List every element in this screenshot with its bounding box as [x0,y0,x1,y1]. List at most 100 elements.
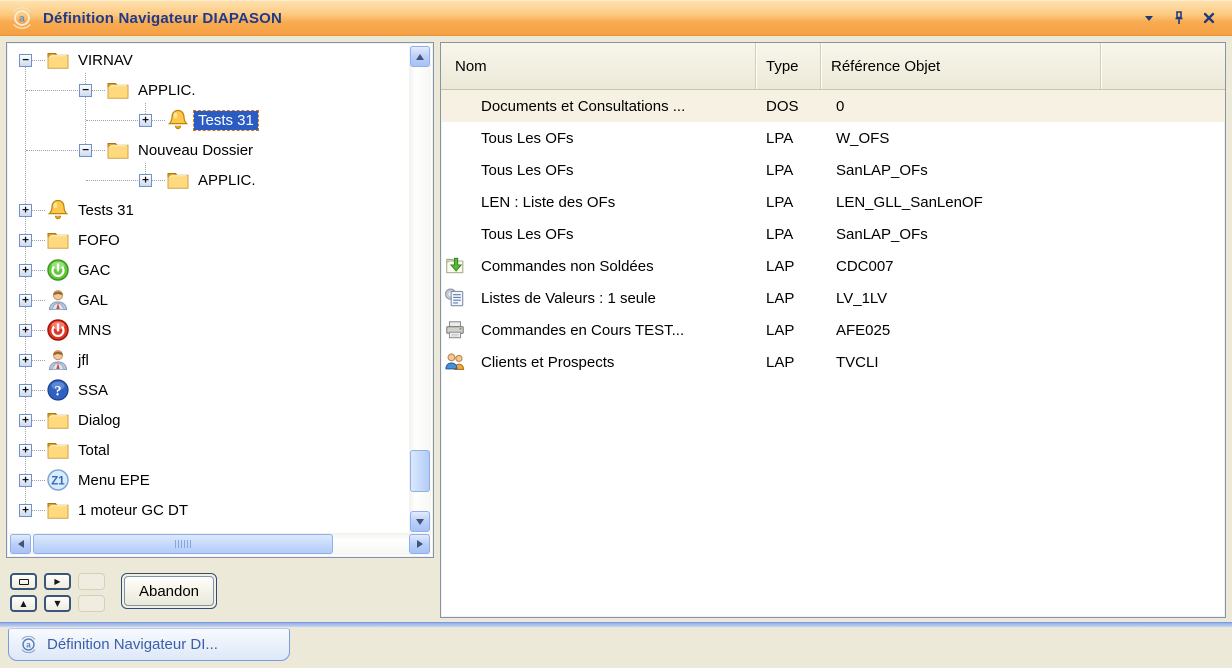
scroll-up-icon[interactable] [410,46,430,67]
list-row-tous-les-ofs[interactable]: Tous Les OFsLPASanLAP_OFs [441,218,1225,250]
tree-item-gac[interactable]: + GAC [9,255,409,285]
tree-item-applic[interactable]: + APPLIC. [9,165,409,195]
tree-guide-line [32,300,45,301]
tree-vertical-scrollbar[interactable] [409,45,431,533]
tree-item-menu-epe[interactable]: +Z1Menu EPE [9,465,409,495]
list-row-len-liste-des-ofs[interactable]: LEN : Liste des OFsLPALEN_GLL_SanLenOF [441,186,1225,218]
list-row-clients-et-prospects[interactable]: Clients et ProspectsLAPTVCLI [441,346,1225,378]
tree-item-jfl[interactable]: + jfl [9,345,409,375]
tree-item-label[interactable]: jfl [74,351,93,370]
expand-toggle-icon[interactable]: + [19,384,32,397]
tree-item-applic[interactable]: − APPLIC. [9,75,409,105]
cell-type: LAP [756,354,821,371]
expand-toggle-icon[interactable]: + [19,444,32,457]
diapason-navigator-window: { "colors": { "titlebar_gradient_top": "… [0,0,1232,668]
record-next-button[interactable]: ▶ [44,573,71,590]
tree-guide-line [32,450,45,451]
list-row-commandes-non-sold-es[interactable]: Commandes non SoldéesLAPCDC007 [441,250,1225,282]
tree-item-label[interactable]: Dialog [74,411,125,430]
tree-item-total[interactable]: + Total [9,435,409,465]
tree-guide-line [32,330,45,331]
list-row-tous-les-ofs[interactable]: Tous Les OFsLPAW_OFS [441,122,1225,154]
abandon-button[interactable]: Abandon [124,576,214,606]
record-down-button[interactable]: ▼ [44,595,71,612]
power-green-icon [45,257,71,283]
list-row-commandes-en-cours-test[interactable]: Commandes en Cours TEST...LAPAFE025 [441,314,1225,346]
tree-item-label[interactable]: Tests 31 [74,201,138,220]
bell-icon [165,107,191,133]
tree-item-label[interactable]: APPLIC. [134,81,200,100]
tree-item-label[interactable]: Tests 31 [194,111,258,130]
tree-item-label[interactable]: GAL [74,291,112,310]
triangle-down-icon: ▼ [54,600,60,608]
cell-reference-objet: SanLAP_OFs [821,162,1225,179]
list-row-documents-et-consultations[interactable]: Documents et Consultations ...DOS0 [441,90,1225,122]
scroll-right-icon[interactable] [409,534,430,554]
expand-toggle-icon[interactable]: + [19,414,32,427]
help-icon: ? [45,377,71,403]
vertical-scroll-thumb[interactable] [410,450,430,492]
expand-toggle-icon[interactable]: + [19,324,32,337]
tree-item-label[interactable]: MNS [74,321,115,340]
scroll-left-icon[interactable] [10,534,31,554]
close-icon[interactable] [1202,11,1216,25]
horizontal-scroll-thumb[interactable] [33,534,333,554]
tree-item-label[interactable]: SSA [74,381,112,400]
chevron-down-icon[interactable] [1142,11,1156,25]
tree-horizontal-scrollbar[interactable] [9,533,431,555]
cell-nom: Tous Les OFs [481,162,756,179]
collapse-toggle-icon[interactable]: − [19,54,32,67]
cell-reference-objet: TVCLI [821,354,1225,371]
collapse-toggle-icon[interactable]: − [79,144,92,157]
tree-item-mns[interactable]: + MNS [9,315,409,345]
expand-toggle-icon[interactable]: + [19,504,32,517]
cell-type: LPA [756,162,821,179]
bottom-tab[interactable]: a Définition Navigateur DI... [8,628,290,661]
expand-toggle-icon[interactable]: + [19,474,32,487]
pin-icon[interactable] [1172,11,1186,25]
expand-toggle-icon[interactable]: + [139,114,152,127]
person-icon [45,347,71,373]
tree-item-label[interactable]: GAC [74,261,115,280]
scroll-down-icon[interactable] [410,511,430,532]
tree-item-tests-31[interactable]: + Tests 31 [9,105,409,135]
record-up-button[interactable]: ▲ [10,595,37,612]
cell-nom: Documents et Consultations ... [481,98,756,115]
tree-item-label[interactable]: 1 moteur GC DT [74,501,192,520]
window-title: Définition Navigateur DIAPASON [43,10,282,27]
tree-item-dialog[interactable]: + Dialog [9,405,409,435]
column-header-type[interactable]: Type [756,43,821,89]
expand-toggle-icon[interactable]: + [19,204,32,217]
list-row-listes-de-valeurs-1-seule[interactable]: Listes de Valeurs : 1 seuleLAPLV_1LV [441,282,1225,314]
tree-item-1-moteur-gc-dt[interactable]: +1 moteur GC DT [9,495,409,525]
tree-item-label[interactable]: APPLIC. [194,171,260,190]
tree-item-label[interactable]: Nouveau Dossier [134,141,257,160]
expand-toggle-icon[interactable]: + [19,264,32,277]
tree-guide-line [152,180,165,181]
expand-toggle-icon[interactable]: + [19,354,32,367]
column-header-nom[interactable]: Nom [441,43,756,89]
column-header-r-f-rence-objet[interactable]: Référence Objet [821,43,1101,89]
record-first-button[interactable] [10,573,37,590]
tree-item-gal[interactable]: + GAL [9,285,409,315]
collapse-toggle-icon[interactable]: − [79,84,92,97]
cell-nom: Commandes non Soldées [481,258,756,275]
no-icon [444,223,466,245]
triangle-right-icon: ▶ [54,578,60,586]
folder-icon [45,227,71,253]
tree-item-label[interactable]: Total [74,441,114,460]
tree-item-tests-31[interactable]: + Tests 31 [9,195,409,225]
tree-item-virnav[interactable]: − VIRNAV [9,45,409,75]
expand-toggle-icon[interactable]: + [139,174,152,187]
list-row-tous-les-ofs[interactable]: Tous Les OFsLPASanLAP_OFs [441,154,1225,186]
tree-item-fofo[interactable]: + FOFO [9,225,409,255]
expand-toggle-icon[interactable]: + [19,294,32,307]
tree-guide-line [32,270,45,271]
expand-toggle-icon[interactable]: + [19,234,32,247]
tree-item-ssa[interactable]: +?SSA [9,375,409,405]
column-header-blank[interactable] [1101,43,1225,89]
tree-item-nouveau-dossier[interactable]: − Nouveau Dossier [9,135,409,165]
tree-item-label[interactable]: FOFO [74,231,124,250]
tree-item-label[interactable]: VIRNAV [74,51,137,70]
tree-item-label[interactable]: Menu EPE [74,471,154,490]
